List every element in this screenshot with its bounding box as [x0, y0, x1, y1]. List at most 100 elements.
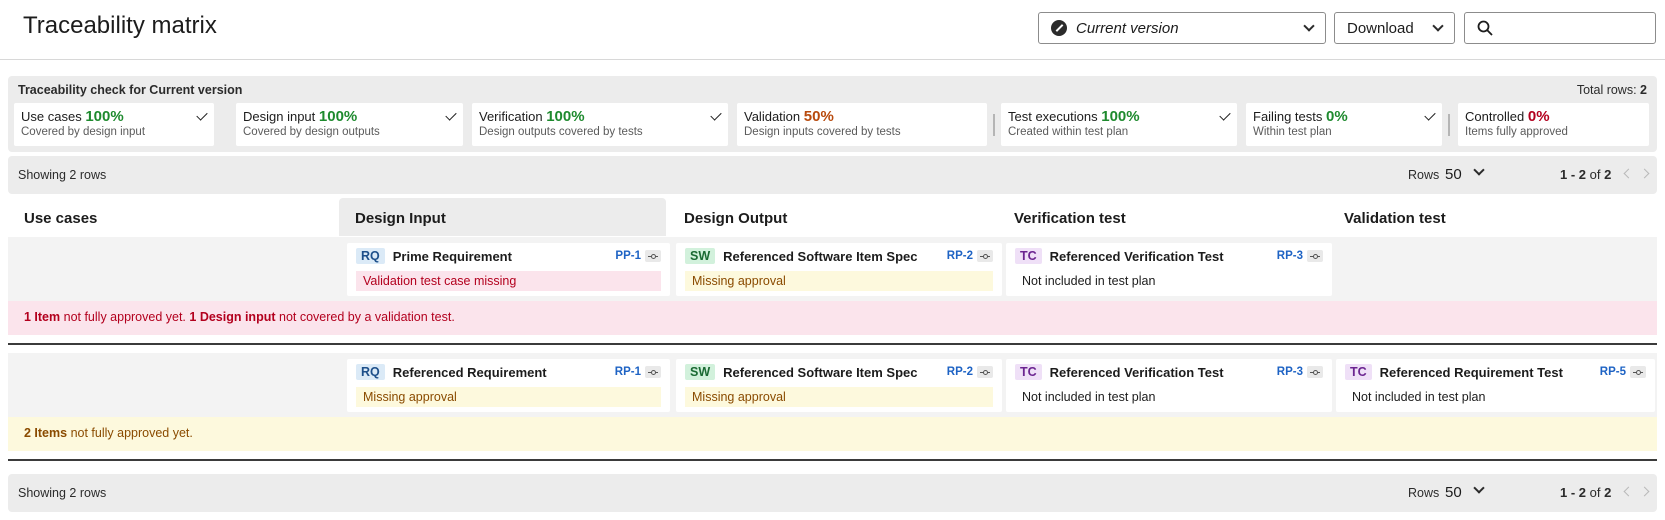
commit-icon[interactable] — [645, 366, 661, 378]
page-range-total: 2 — [1604, 485, 1612, 500]
item-title: Referenced Software Item Spec — [723, 248, 918, 264]
check-card-percent: 0% — [1326, 108, 1348, 125]
page-range-values: 1 - 2 — [1560, 167, 1587, 182]
item-id-link[interactable]: RP-3 — [1277, 250, 1303, 262]
commit-icon[interactable] — [645, 250, 661, 262]
item-id-link[interactable]: RP-1 — [615, 366, 641, 378]
item-title: Referenced Verification Test — [1049, 364, 1224, 380]
check-card-percent: 50% — [803, 108, 834, 125]
row-divider — [8, 343, 1657, 345]
check-card-use-cases[interactable]: Use cases 100% Covered by design input — [14, 103, 214, 146]
item-status: Missing approval — [685, 271, 993, 291]
item-id-link[interactable]: RP-2 — [947, 366, 973, 378]
summary-count: 1 Item — [24, 310, 61, 324]
item-type-badge: TC — [1345, 364, 1372, 380]
version-select-label: Current version — [1076, 19, 1179, 37]
download-button[interactable]: Download — [1334, 12, 1455, 44]
item-card[interactable]: TC Referenced Requirement Test RP-5 Not … — [1336, 359, 1655, 412]
check-card-controlled[interactable]: Controlled 0% Items fully approved — [1458, 103, 1649, 146]
previous-page-icon[interactable] — [1623, 168, 1634, 179]
check-card-verification[interactable]: Verification 100% Design outputs covered… — [472, 103, 728, 146]
version-select[interactable]: Current version — [1038, 12, 1326, 44]
check-card-subtitle: Items fully approved — [1465, 126, 1568, 138]
previous-page-icon[interactable] — [1623, 486, 1634, 497]
column-header-use-cases[interactable]: Use cases — [8, 198, 338, 236]
total-rows-value: 2 — [1640, 83, 1647, 97]
column-header-validation-test[interactable]: Validation test — [1328, 198, 1656, 236]
column-header-design-input[interactable]: Design Input — [339, 198, 666, 236]
item-card[interactable]: RQ Referenced Requirement RP-1 Missing a… — [347, 359, 670, 412]
commit-icon[interactable] — [1630, 366, 1646, 378]
summary-text: not fully approved yet. — [60, 310, 190, 324]
item-type-badge: TC — [1015, 364, 1042, 380]
commit-icon[interactable] — [1307, 250, 1323, 262]
item-status: Missing approval — [356, 387, 661, 407]
check-card-test-executions[interactable]: Test executions 100% Created within test… — [1001, 103, 1237, 146]
item-id-link[interactable]: PP-1 — [615, 250, 641, 262]
page-range: 1 - 2 of 2 — [1560, 167, 1611, 182]
column-header-verification-test[interactable]: Verification test — [998, 198, 1326, 236]
summary-count: 1 Design input — [189, 310, 276, 324]
check-card-percent: 100% — [85, 108, 124, 125]
item-card[interactable]: SW Referenced Software Item Spec RP-2 Mi… — [676, 359, 1002, 412]
item-title: Prime Requirement — [392, 248, 512, 264]
item-card[interactable]: TC Referenced Verification Test RP-3 Not… — [1006, 243, 1332, 296]
check-card-failing-tests[interactable]: Failing tests 0% Within test plan — [1246, 103, 1442, 146]
rows-label: Rows — [1408, 486, 1440, 500]
check-card-name: Test executions — [1008, 109, 1098, 124]
pen-icon — [1051, 20, 1067, 36]
check-card-name: Verification — [479, 109, 543, 124]
next-page-icon[interactable] — [1639, 486, 1650, 497]
check-card-subtitle: Created within test plan — [1008, 126, 1129, 138]
next-page-icon[interactable] — [1639, 168, 1650, 179]
traceability-check-panel: Traceability check for Current version T… — [8, 76, 1657, 152]
item-status: Missing approval — [685, 387, 993, 407]
search-box[interactable] — [1464, 12, 1656, 44]
chevron-down-icon[interactable] — [1473, 482, 1485, 494]
summary-text: not covered by a validation test. — [275, 310, 455, 324]
item-title: Referenced Software Item Spec — [723, 364, 918, 380]
pager-top: Showing 2 rows Rows 50 1 - 2 of 2 — [8, 156, 1657, 194]
item-status: Validation test case missing — [356, 271, 661, 291]
column-header-design-output[interactable]: Design Output — [668, 198, 996, 236]
check-card-validation[interactable]: Validation 50% Design inputs covered by … — [737, 103, 987, 146]
search-input[interactable] — [1501, 19, 1649, 39]
check-card-subtitle: Covered by design input — [21, 126, 146, 138]
item-card[interactable]: TC Referenced Verification Test RP-3 Not… — [1006, 359, 1332, 412]
check-card-subtitle: Covered by design outputs — [243, 126, 380, 138]
item-status: Not included in test plan — [1022, 390, 1156, 404]
check-card-percent: 100% — [1101, 108, 1140, 125]
check-card-subtitle: Within test plan — [1253, 126, 1332, 138]
item-type-badge: RQ — [356, 248, 385, 264]
commit-icon[interactable] — [977, 250, 993, 262]
item-card[interactable]: RQ Prime Requirement PP-1 Validation tes… — [347, 243, 670, 296]
showing-rows: Showing 2 rows — [18, 486, 107, 500]
check-card-name: Design input — [243, 109, 316, 124]
rows-label: Rows — [1408, 168, 1440, 182]
search-icon — [1477, 20, 1493, 36]
rows-per-page-select[interactable]: 50 — [1445, 166, 1462, 183]
item-id-link[interactable]: RP-2 — [947, 250, 973, 262]
rows-per-page-select[interactable]: 50 — [1445, 484, 1462, 501]
item-card[interactable]: SW Referenced Software Item Spec RP-2 Mi… — [676, 243, 1002, 296]
item-type-badge: TC — [1015, 248, 1042, 264]
commit-icon[interactable] — [977, 366, 993, 378]
commit-icon[interactable] — [1307, 366, 1323, 378]
check-card-name: Validation — [744, 109, 801, 124]
chevron-down-icon[interactable] — [1473, 164, 1485, 176]
check-card-design-input[interactable]: Design input 100% Covered by design outp… — [236, 103, 463, 146]
check-card-name: Failing tests — [1253, 109, 1323, 124]
page-range-of: of — [1589, 485, 1601, 500]
row-divider — [8, 459, 1657, 461]
item-id-link[interactable]: RP-5 — [1600, 366, 1626, 378]
check-card-subtitle: Design outputs covered by tests — [479, 126, 643, 138]
page-header: Traceability matrix Current version Down… — [0, 0, 1665, 60]
item-title: Referenced Requirement Test — [1379, 364, 1563, 380]
item-type-badge: SW — [685, 248, 716, 264]
summary-count: 2 Items — [24, 426, 68, 440]
matrix-row: RQ Prime Requirement PP-1 Validation tes… — [8, 237, 1657, 302]
matrix-row: RQ Referenced Requirement RP-1 Missing a… — [8, 353, 1657, 418]
item-type-badge: SW — [685, 364, 716, 380]
item-id-link[interactable]: RP-3 — [1277, 366, 1303, 378]
total-rows-label: Total rows: — [1576, 83, 1637, 97]
